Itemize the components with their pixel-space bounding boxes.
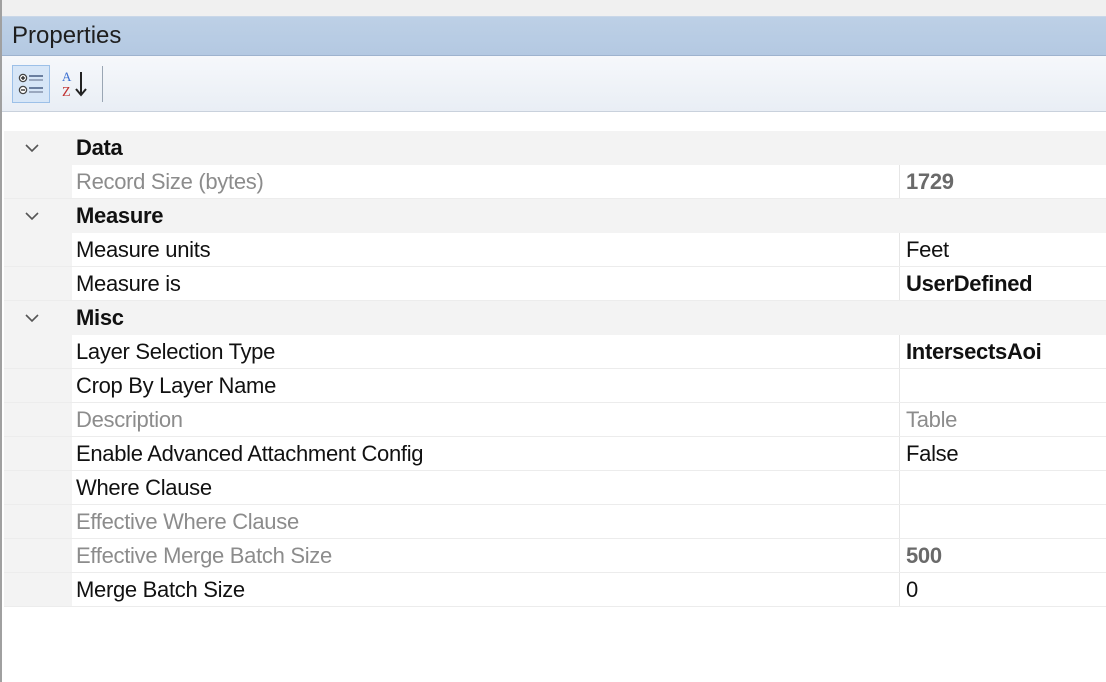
property-value[interactable] — [900, 505, 1106, 538]
property-name: Where Clause — [72, 471, 900, 504]
property-name: Merge Batch Size — [72, 573, 900, 606]
property-value[interactable]: Table — [900, 403, 1106, 436]
row-gutter — [4, 267, 72, 300]
property-value[interactable] — [900, 471, 1106, 504]
property-value[interactable]: 0 — [900, 573, 1106, 606]
property-name: Measure units — [72, 233, 900, 266]
row-gutter — [4, 369, 72, 402]
property-row[interactable]: Enable Advanced Attachment Config False — [4, 437, 1106, 471]
properties-window: Properties A Z Data Record Size (bytes) … — [0, 0, 1106, 682]
alphabetical-sort-icon: A Z — [62, 69, 87, 100]
properties-title-bar: Properties — [2, 16, 1106, 56]
property-grid: Data Record Size (bytes) 1729 Measure Me… — [4, 131, 1106, 607]
property-row[interactable]: Merge Batch Size 0 — [4, 573, 1106, 607]
property-name: Measure is — [72, 267, 900, 300]
property-value[interactable] — [900, 369, 1106, 402]
category-expander[interactable] — [4, 131, 72, 164]
categorized-button[interactable] — [12, 64, 50, 103]
property-row[interactable]: Where Clause — [4, 471, 1106, 505]
panel-title: Properties — [12, 22, 122, 49]
property-row[interactable]: Layer Selection Type IntersectsAoi — [4, 335, 1106, 369]
row-gutter — [4, 335, 72, 368]
row-gutter — [4, 233, 72, 266]
svg-text:Z: Z — [62, 85, 71, 100]
row-gutter — [4, 539, 72, 572]
chevron-down-icon — [25, 211, 39, 220]
property-row[interactable]: Description Table — [4, 403, 1106, 437]
property-name: Effective Where Clause — [72, 505, 900, 538]
row-gutter — [4, 573, 72, 606]
property-row[interactable]: Measure units Feet — [4, 233, 1106, 267]
properties-toolbar: A Z — [2, 56, 1106, 112]
category-expander[interactable] — [4, 199, 72, 232]
categorized-view-icon — [18, 73, 43, 94]
property-name: Layer Selection Type — [72, 335, 900, 368]
property-name: Record Size (bytes) — [72, 165, 900, 198]
property-row[interactable]: Effective Where Clause — [4, 505, 1106, 539]
property-name: Crop By Layer Name — [72, 369, 900, 402]
property-value[interactable]: 1729 — [900, 165, 1106, 198]
category-row-data[interactable]: Data — [4, 131, 1106, 165]
row-gutter — [4, 165, 72, 198]
property-value[interactable]: False — [900, 437, 1106, 470]
property-name: Effective Merge Batch Size — [72, 539, 900, 572]
top-strip — [2, 0, 1106, 16]
property-row[interactable]: Crop By Layer Name — [4, 369, 1106, 403]
property-value[interactable]: 500 — [900, 539, 1106, 572]
category-label: Data — [76, 134, 123, 160]
row-gutter — [4, 403, 72, 436]
toolbar-separator — [102, 65, 103, 102]
row-gutter — [4, 437, 72, 470]
property-value[interactable]: UserDefined — [900, 267, 1106, 300]
property-row[interactable]: Measure is UserDefined — [4, 267, 1106, 301]
category-row-misc[interactable]: Misc — [4, 301, 1106, 335]
category-label: Misc — [76, 304, 124, 330]
category-row-measure[interactable]: Measure — [4, 199, 1106, 233]
chevron-down-icon — [25, 143, 39, 152]
property-row[interactable]: Effective Merge Batch Size 500 — [4, 539, 1106, 573]
property-row[interactable]: Record Size (bytes) 1729 — [4, 165, 1106, 199]
property-value[interactable]: IntersectsAoi — [900, 335, 1106, 368]
property-name: Enable Advanced Attachment Config — [72, 437, 900, 470]
chevron-down-icon — [25, 313, 39, 322]
property-name: Description — [72, 403, 900, 436]
row-gutter — [4, 471, 72, 504]
category-label: Measure — [76, 202, 164, 228]
property-value[interactable]: Feet — [900, 233, 1106, 266]
svg-text:A: A — [62, 69, 72, 84]
row-gutter — [4, 505, 72, 538]
alphabetical-button[interactable]: A Z — [56, 65, 94, 103]
category-expander[interactable] — [4, 301, 72, 334]
